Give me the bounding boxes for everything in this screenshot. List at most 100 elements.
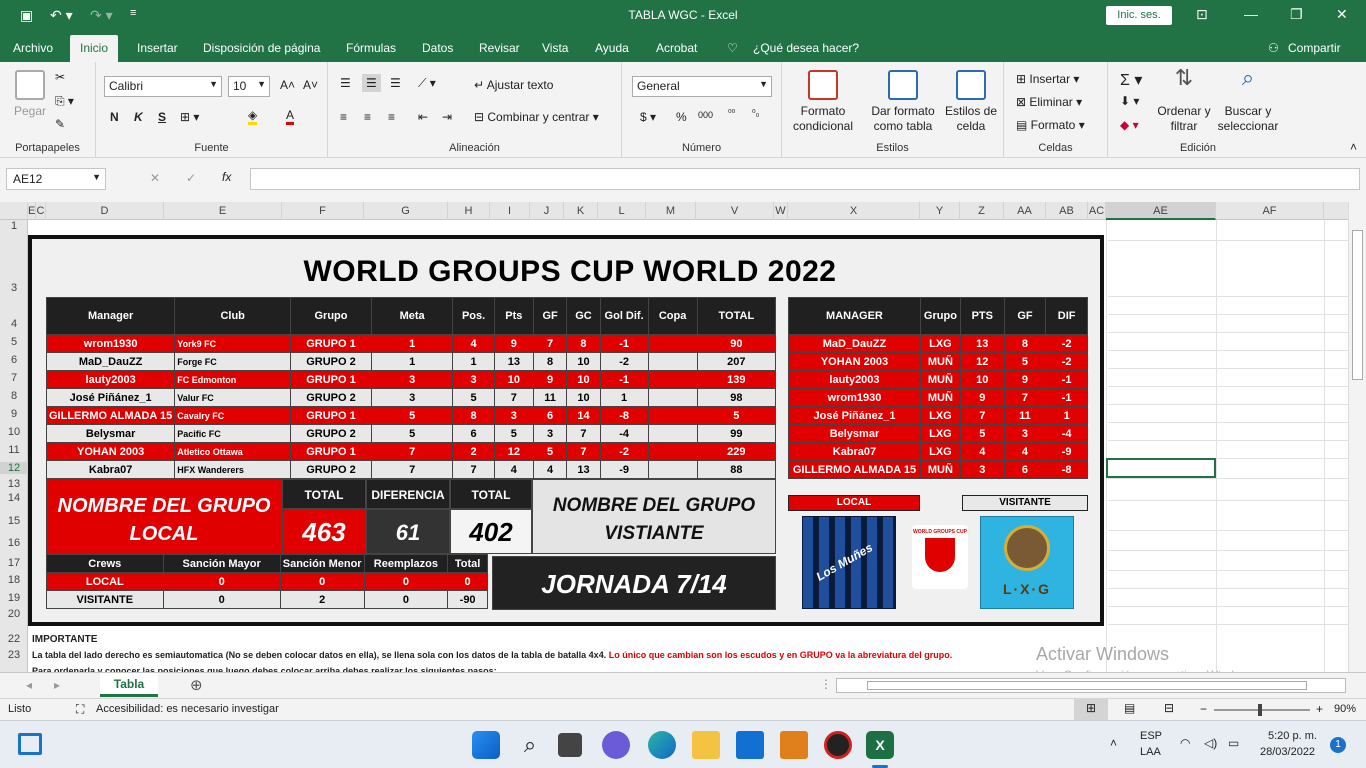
font-size-select[interactable]: 10 ▼ — [228, 76, 270, 97]
column-header[interactable]: I — [490, 202, 530, 220]
table-row[interactable]: MaD_DauZZ Forge FC GRUPO 2 1 1 13 8 10 -2 207 — [45, 352, 777, 371]
underline-button[interactable]: S — [158, 110, 166, 124]
column-header[interactable]: AC — [1088, 202, 1106, 220]
close-icon[interactable]: ✕ — [1336, 6, 1348, 23]
clock-time[interactable]: 5:20 p. m. — [1268, 730, 1317, 742]
cancel-icon[interactable]: ✕ — [150, 171, 160, 185]
name-box[interactable]: AE12 ▼ — [6, 168, 106, 190]
tab-datos[interactable]: Datos — [422, 41, 453, 55]
column-header[interactable]: F — [282, 202, 364, 220]
mail-icon[interactable] — [736, 731, 764, 759]
fill-color-icon[interactable]: ◈ — [248, 108, 258, 125]
zoom-thumb[interactable] — [1258, 704, 1262, 716]
borders-icon[interactable]: ⊞ ▾ — [180, 110, 199, 124]
scrollbar-thumb[interactable] — [1352, 230, 1363, 380]
column-header[interactable]: L — [598, 202, 646, 220]
insert-cells-button[interactable]: ⊞ Insertar ▾ — [1016, 72, 1079, 86]
wrap-text-button[interactable]: ↵ Ajustar texto — [474, 78, 553, 92]
game-app-icon[interactable] — [824, 731, 852, 759]
explorer-icon[interactable] — [692, 731, 720, 759]
tab-revisar[interactable]: Revisar — [479, 41, 520, 55]
row-header[interactable]: 13 — [0, 478, 28, 490]
enter-icon[interactable]: ✓ — [186, 171, 196, 185]
table-row[interactable]: Kabra07 LXG 4 4 -9 — [788, 442, 1088, 461]
row-header[interactable]: 7 — [0, 372, 28, 384]
maximize-icon[interactable]: ❐ — [1290, 6, 1303, 23]
row-header[interactable]: 19 — [0, 592, 28, 604]
column-header[interactable]: AF — [1216, 202, 1324, 220]
row-header[interactable]: 6 — [0, 354, 28, 366]
delete-cells-button[interactable]: ⊠ Eliminar ▾ — [1016, 95, 1082, 109]
table-row[interactable]: Belysmar LXG 5 3 -4 — [788, 424, 1088, 443]
table-row[interactable]: Belysmar Pacific FC GRUPO 2 5 6 5 3 7 -4 99 — [45, 424, 777, 443]
italic-button[interactable]: K — [134, 110, 143, 124]
column-header[interactable]: E — [28, 202, 36, 220]
excel-icon[interactable]: X — [866, 731, 894, 759]
lang-code[interactable]: ESP — [1140, 730, 1162, 742]
column-header[interactable]: Z — [960, 202, 1004, 220]
normal-view-icon[interactable]: ⊞ — [1074, 699, 1108, 720]
row-header-selected[interactable]: 12 — [0, 462, 28, 474]
row-header[interactable]: 10 — [0, 426, 28, 438]
battery-icon[interactable]: ▭ — [1228, 736, 1239, 750]
table-row[interactable]: wrom1930 MUÑ 9 7 -1 — [788, 388, 1088, 407]
start-icon[interactable] — [472, 731, 500, 759]
number-format-select[interactable]: General ▼ — [632, 76, 772, 97]
percent-icon[interactable]: % — [676, 110, 687, 124]
row-header[interactable]: 23 — [0, 649, 28, 661]
row-header[interactable]: 11 — [0, 444, 28, 456]
prev-sheet-icon[interactable]: ◂ — [26, 678, 32, 692]
row-header[interactable]: 22 — [0, 633, 28, 645]
format-table-button[interactable]: Dar formato como tabla — [866, 70, 940, 134]
vertical-scrollbar[interactable] — [1348, 202, 1366, 672]
tell-me-search[interactable]: ¿Qué desea hacer? — [753, 41, 859, 55]
column-header[interactable]: D — [46, 202, 164, 220]
conditional-format-button[interactable]: Formato condicional — [788, 70, 858, 134]
ribbon-display-icon[interactable]: ⊡ — [1196, 6, 1208, 23]
signin-button[interactable]: Inic. ses. — [1106, 6, 1172, 25]
table-row[interactable]: lauty2003 MUÑ 10 9 -1 — [788, 370, 1088, 389]
zoom-level[interactable]: 90% — [1334, 703, 1356, 715]
tab-acrobat[interactable]: Acrobat — [656, 41, 697, 55]
table-row[interactable]: GILLERMO ALMADA 15 MUÑ 3 6 -8 — [788, 460, 1088, 479]
column-header-selected[interactable]: AE — [1106, 202, 1216, 220]
table-row[interactable]: GILLERMO ALMADA 15 Cavalry FC GRUPO 158361… — [45, 406, 777, 425]
grow-font-icon[interactable]: A˄ — [280, 78, 295, 92]
indent-decrease-icon[interactable]: ⇤ — [418, 110, 428, 124]
share-button[interactable]: Compartir — [1288, 41, 1341, 55]
cell-styles-button[interactable]: Estilos de celda — [942, 70, 1000, 134]
edge-icon[interactable] — [648, 731, 676, 759]
column-header[interactable]: V — [696, 202, 774, 220]
row-header[interactable]: 14 — [0, 492, 28, 504]
column-header[interactable]: C — [36, 202, 46, 220]
tray-chevron-icon[interactable]: ˄ — [1110, 736, 1117, 750]
currency-icon[interactable]: $ ▾ — [640, 110, 656, 124]
paste-button[interactable]: Pegar — [10, 70, 50, 119]
increase-decimal-icon[interactable]: ⁰⁰ — [728, 108, 735, 119]
align-right-icon[interactable]: ≡ — [388, 110, 395, 124]
tab-formulas[interactable]: Fórmulas — [346, 41, 396, 55]
clock-date[interactable]: 28/03/2022 — [1260, 746, 1315, 758]
table-row[interactable]: LOCAL 0 0 0 0 — [46, 572, 488, 591]
minimize-icon[interactable]: — — [1244, 6, 1258, 22]
zoom-in-icon[interactable]: + — [1316, 702, 1323, 716]
align-bottom-icon[interactable]: ☰ — [390, 76, 401, 90]
align-middle-icon[interactable]: ☰ — [362, 74, 381, 92]
select-all[interactable] — [0, 202, 28, 220]
row-header[interactable]: 9 — [0, 408, 28, 420]
page-layout-icon[interactable]: ▤ — [1124, 701, 1135, 715]
scrollbar-thumb[interactable] — [867, 681, 1307, 690]
insert-function-icon[interactable]: fx — [222, 170, 231, 184]
zoom-out-icon[interactable]: − — [1200, 702, 1207, 716]
row-header[interactable]: 18 — [0, 574, 28, 586]
row-header[interactable]: 1 — [0, 220, 28, 232]
next-sheet-icon[interactable]: ▸ — [54, 678, 60, 692]
tab-disposicion[interactable]: Disposición de página — [203, 41, 320, 55]
wifi-icon[interactable]: ◠ — [1180, 736, 1190, 750]
autosum-icon[interactable]: Σ ▾ — [1120, 70, 1142, 90]
column-header[interactable]: G — [364, 202, 448, 220]
column-header[interactable]: E — [164, 202, 282, 220]
column-header[interactable]: X — [788, 202, 920, 220]
format-painter-icon[interactable]: ✎ — [55, 117, 65, 131]
active-cell[interactable] — [1106, 458, 1216, 478]
